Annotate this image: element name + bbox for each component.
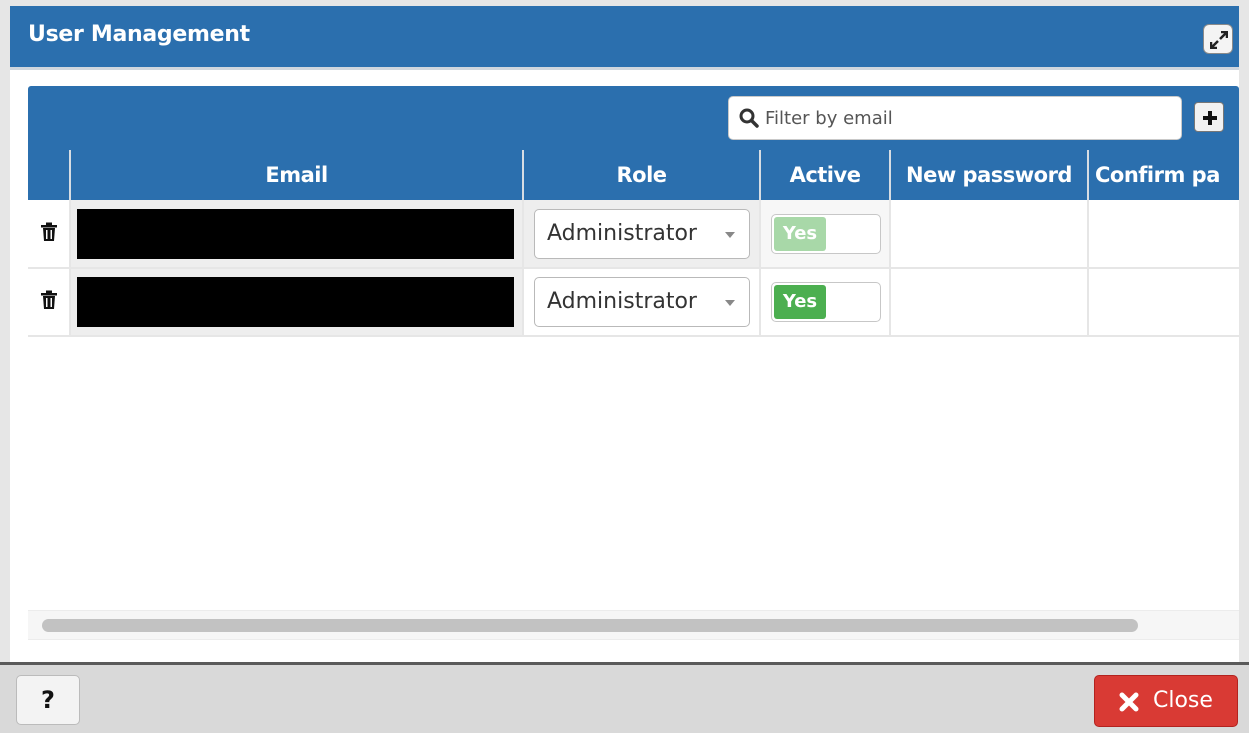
column-header-delete [28,150,71,200]
role-select[interactable]: Administrator [534,208,750,259]
active-toggle[interactable]: Yes [771,213,881,254]
trash-icon[interactable] [40,290,57,310]
add-user-button[interactable] [1194,102,1224,132]
users-grid: Email Role Active New password Confirm p… [28,150,1239,340]
close-button[interactable]: Close [1094,675,1238,727]
scrollbar-thumb[interactable] [42,619,1138,632]
filter-box [728,96,1182,140]
delete-cell [28,200,71,269]
grid-header-row: Email Role Active New password Confirm p… [28,150,1239,200]
confirm-password-cell[interactable] [1088,200,1239,269]
maximize-button[interactable] [1203,24,1233,54]
email-cell[interactable] [70,268,524,337]
grid-toolbar [28,86,1239,150]
role-cell: Administrator [523,200,761,269]
confirm-password-cell[interactable] [1088,268,1239,337]
close-x-icon [1119,692,1139,712]
role-cell: Administrator [523,268,761,337]
new-password-cell[interactable] [890,200,1089,269]
role-select[interactable]: Administrator [534,277,750,327]
trash-icon[interactable] [40,222,57,242]
dialog-title: User Management [28,22,250,47]
close-button-label: Close [1153,688,1213,713]
active-cell: Yes [760,268,891,337]
column-header-active[interactable]: Active [760,150,891,200]
email-cell[interactable] [70,200,524,269]
column-header-confirm-password[interactable]: Confirm pa [1088,150,1239,200]
active-toggle-label: Yes [774,216,826,251]
filter-by-email-input[interactable] [765,97,1165,139]
user-management-dialog: User Management Filter by email Email Ro… [0,0,1249,733]
column-header-email[interactable]: Email [70,150,524,200]
active-toggle-label: Yes [774,285,826,319]
plus-icon [1203,111,1217,125]
search-icon [739,108,759,128]
redacted-email [77,277,514,327]
expand-icon [1210,31,1228,49]
new-password-cell[interactable] [890,268,1089,337]
active-cell: Yes [760,200,891,269]
column-header-new-password[interactable]: New password [890,150,1089,200]
help-button[interactable]: ? [16,675,80,725]
horizontal-scrollbar[interactable] [28,610,1239,640]
role-select-value: Administrator [547,220,697,246]
table-row: Administrator Yes [28,268,1239,337]
table-row: Administrator Yes [28,200,1239,269]
active-toggle[interactable]: Yes [771,282,881,322]
redacted-email [77,208,514,259]
delete-cell [28,268,71,337]
dialog-footer: ? Close [0,662,1249,733]
column-header-role[interactable]: Role [523,150,761,200]
role-select-value: Administrator [547,289,697,314]
dialog-titlebar: User Management [10,6,1239,70]
